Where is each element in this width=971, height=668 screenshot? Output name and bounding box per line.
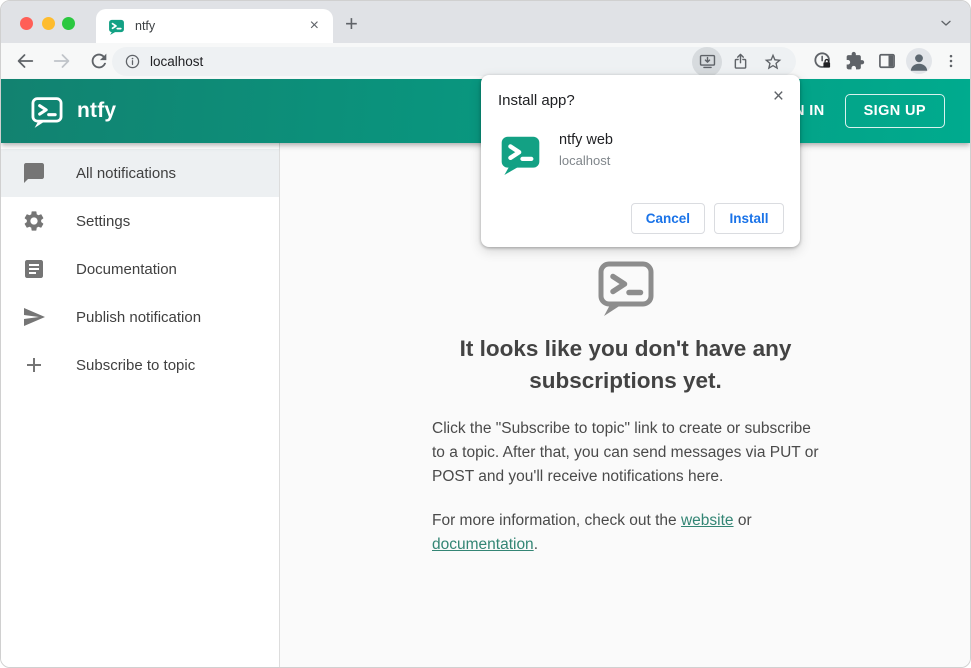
empty-state-more-info: For more information, check out the webs… bbox=[432, 509, 819, 557]
install-app-dialog: Install app? × ntfy web localhost Cancel… bbox=[481, 75, 800, 247]
ntfy-terminal-bubble-icon bbox=[598, 261, 653, 316]
sidebar-item-all-notifications[interactable]: All notifications bbox=[1, 149, 279, 197]
dialog-app-origin: localhost bbox=[559, 153, 611, 168]
sidebar-item-subscribe-to-topic[interactable]: Subscribe to topic bbox=[1, 341, 279, 389]
tab-ntfy[interactable]: ntfy × bbox=[96, 9, 333, 43]
tab-search-chevron-icon[interactable] bbox=[938, 15, 954, 31]
install-icon bbox=[699, 54, 715, 69]
sidebar-item-documentation[interactable]: Documentation bbox=[1, 245, 279, 293]
dialog-title: Install app? bbox=[498, 92, 575, 109]
star-icon bbox=[764, 53, 782, 69]
sidebar-item-label: Publish notification bbox=[76, 308, 202, 326]
share-button[interactable] bbox=[725, 47, 755, 77]
mac-minimize-button[interactable] bbox=[42, 17, 55, 30]
paragraph-text: . bbox=[533, 536, 538, 553]
browser-window: ntfy × + localhost ntfy IN SIGN UP All n… bbox=[0, 0, 971, 668]
sidebar: All notifications Settings Documentation… bbox=[1, 143, 280, 667]
mac-close-button[interactable] bbox=[20, 17, 33, 30]
forward-icon bbox=[53, 54, 70, 68]
sidebar-item-settings[interactable]: Settings bbox=[1, 197, 279, 245]
paragraph-text: or bbox=[733, 512, 752, 529]
ntfy-logo-icon bbox=[31, 97, 63, 128]
new-tab-button[interactable]: + bbox=[345, 13, 358, 35]
url-text[interactable]: localhost bbox=[150, 54, 689, 69]
bookmark-button[interactable] bbox=[758, 47, 788, 77]
cancel-button[interactable]: Cancel bbox=[630, 203, 705, 234]
plus-icon bbox=[27, 358, 41, 372]
browser-menu-icon[interactable] bbox=[942, 51, 960, 71]
empty-state-heading: It looks like you don't have any subscri… bbox=[459, 336, 792, 393]
sidebar-item-label: Settings bbox=[76, 212, 131, 230]
share-icon bbox=[734, 53, 746, 69]
site-info-icon[interactable] bbox=[124, 53, 141, 70]
mac-zoom-button[interactable] bbox=[62, 17, 75, 30]
paragraph-text: For more information, check out the bbox=[432, 512, 681, 529]
documentation-link[interactable]: documentation bbox=[432, 536, 534, 553]
ntfy-app-icon bbox=[501, 136, 540, 175]
sign-up-button[interactable]: SIGN UP bbox=[844, 94, 945, 128]
sidebar-item-label: Documentation bbox=[76, 260, 177, 278]
paragraph-text: Click the "Subscribe to topic" link to c… bbox=[432, 420, 819, 485]
dialog-app-name: ntfy web bbox=[559, 132, 613, 148]
side-panel-icon[interactable] bbox=[877, 51, 897, 71]
install-button[interactable]: Install bbox=[714, 203, 784, 234]
install-app-button[interactable] bbox=[692, 46, 722, 77]
sidebar-item-label: Subscribe to topic bbox=[76, 356, 196, 374]
tab-title: ntfy bbox=[135, 19, 156, 33]
gear-icon bbox=[24, 211, 44, 231]
back-icon[interactable] bbox=[14, 50, 36, 72]
reload-icon[interactable] bbox=[88, 50, 110, 72]
profile-avatar[interactable] bbox=[906, 48, 932, 74]
sidebar-item-publish-notification[interactable]: Publish notification bbox=[1, 293, 279, 341]
tab-strip: ntfy × + bbox=[1, 1, 970, 43]
dialog-close-icon[interactable]: × bbox=[769, 82, 788, 112]
article-icon bbox=[25, 260, 43, 278]
brand-title: ntfy bbox=[77, 99, 117, 122]
extensions-puzzle-icon[interactable] bbox=[845, 51, 865, 71]
website-link[interactable]: website bbox=[681, 512, 734, 529]
send-icon bbox=[24, 308, 45, 326]
sidebar-item-label: All notifications bbox=[76, 164, 177, 182]
chat-bubble-icon bbox=[24, 163, 44, 183]
ntfy-favicon-icon bbox=[109, 19, 124, 35]
password-extension-icon[interactable] bbox=[813, 51, 833, 71]
browser-toolbar: localhost bbox=[1, 43, 970, 79]
tab-close-icon[interactable]: × bbox=[308, 16, 321, 36]
empty-state-paragraph: Click the "Subscribe to topic" link to c… bbox=[432, 417, 819, 489]
address-bar[interactable]: localhost bbox=[112, 46, 796, 77]
person-icon bbox=[910, 54, 928, 71]
